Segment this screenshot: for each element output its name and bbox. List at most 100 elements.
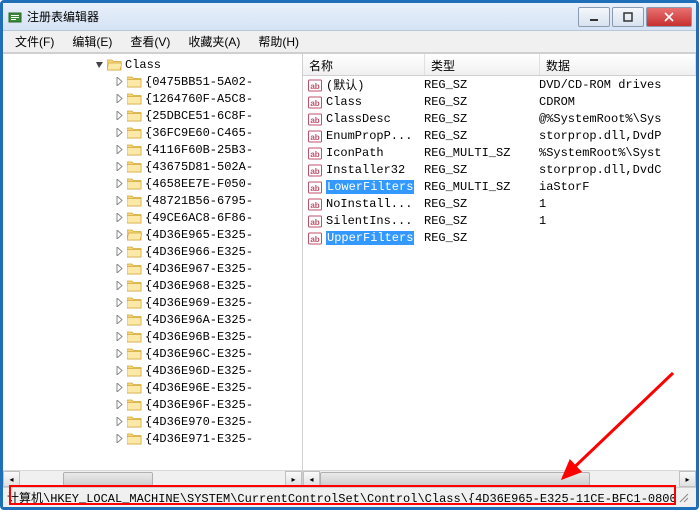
value-row[interactable]: abClassREG_SZCDROM <box>303 93 696 110</box>
expander-right-icon[interactable] <box>113 161 125 173</box>
col-header-type[interactable]: 类型 <box>425 54 540 75</box>
expander-right-icon[interactable] <box>113 178 125 190</box>
scroll-right-button[interactable]: ▸ <box>285 471 302 487</box>
string-value-icon: ab <box>307 78 323 92</box>
tree-item[interactable]: {4D36E967-E325- <box>3 260 302 277</box>
folder-icon <box>127 126 143 140</box>
tree-item[interactable]: {49CE6AC8-6F86- <box>3 209 302 226</box>
expander-right-icon[interactable] <box>113 110 125 122</box>
value-row[interactable]: abInstaller32REG_SZstorprop.dll,DvdC <box>303 161 696 178</box>
folder-icon <box>127 75 143 89</box>
expander-right-icon[interactable] <box>113 416 125 428</box>
tree-item[interactable]: {4D36E96F-E325- <box>3 396 302 413</box>
tree-item[interactable]: {1264760F-A5C8- <box>3 90 302 107</box>
tree-item[interactable]: {4D36E970-E325- <box>3 413 302 430</box>
menu-edit[interactable]: 编辑(E) <box>64 30 120 53</box>
expander-right-icon[interactable] <box>113 280 125 292</box>
menu-favorites[interactable]: 收藏夹(A) <box>180 30 248 53</box>
registry-tree: Class{0475BB51-5A02-{1264760F-A5C8-{25DB… <box>3 54 302 449</box>
folder-icon <box>127 262 143 276</box>
scroll-left-button[interactable]: ◂ <box>303 471 320 487</box>
tree-item[interactable]: {4D36E966-E325- <box>3 243 302 260</box>
col-header-name[interactable]: 名称 <box>303 54 425 75</box>
expander-right-icon[interactable] <box>113 195 125 207</box>
tree-item[interactable]: {4D36E96A-E325- <box>3 311 302 328</box>
tree-item[interactable]: {0475BB51-5A02- <box>3 73 302 90</box>
value-row[interactable]: abNoInstall...REG_SZ1 <box>303 195 696 212</box>
expander-right-icon[interactable] <box>113 348 125 360</box>
expander-right-icon[interactable] <box>113 76 125 88</box>
tree-item-parent[interactable]: Class <box>3 56 302 73</box>
tree-item[interactable]: {4116F60B-25B3- <box>3 141 302 158</box>
string-value-icon: ab <box>307 146 323 160</box>
scroll-thumb[interactable] <box>63 472 153 486</box>
value-list[interactable]: ab(默认)REG_SZDVD/CD-ROM drivesabClassREG_… <box>303 76 696 470</box>
resize-grip-icon[interactable] <box>676 490 692 506</box>
menu-view[interactable]: 查看(V) <box>122 30 178 53</box>
value-row[interactable]: abSilentIns...REG_SZ1 <box>303 212 696 229</box>
expander-right-icon[interactable] <box>113 144 125 156</box>
expander-right-icon[interactable] <box>113 229 125 241</box>
expander-right-icon[interactable] <box>113 212 125 224</box>
expander-right-icon[interactable] <box>113 382 125 394</box>
tree-scroll[interactable]: Class{0475BB51-5A02-{1264760F-A5C8-{25DB… <box>3 54 302 470</box>
tree-item[interactable]: {4D36E965-E325- <box>3 226 302 243</box>
value-row[interactable]: abEnumPropP...REG_SZstorprop.dll,DvdP <box>303 127 696 144</box>
scroll-thumb[interactable] <box>320 472 590 486</box>
tree-label: {4D36E969-E325- <box>145 296 253 310</box>
menubar: 文件(F) 编辑(E) 查看(V) 收藏夹(A) 帮助(H) <box>3 31 696 53</box>
expander-right-icon[interactable] <box>113 365 125 377</box>
scroll-right-button[interactable]: ▸ <box>679 471 696 487</box>
tree-item[interactable]: {4658EE7E-F050- <box>3 175 302 192</box>
tree-hscroll[interactable]: ◂ ▸ <box>3 470 302 487</box>
expander-right-icon[interactable] <box>113 399 125 411</box>
expander-right-icon[interactable] <box>113 263 125 275</box>
close-button[interactable] <box>646 7 692 27</box>
tree-item[interactable]: {25DBCE51-6C8F- <box>3 107 302 124</box>
value-type: REG_MULTI_SZ <box>424 180 539 194</box>
svg-text:ab: ab <box>310 218 319 227</box>
folder-icon <box>127 432 143 446</box>
value-type: REG_SZ <box>424 214 539 228</box>
svg-text:ab: ab <box>310 99 319 108</box>
folder-icon <box>127 228 143 242</box>
value-row[interactable]: abIconPathREG_MULTI_SZ%SystemRoot%\Syst <box>303 144 696 161</box>
scroll-left-button[interactable]: ◂ <box>3 471 20 487</box>
tree-item[interactable]: {4D36E96C-E325- <box>3 345 302 362</box>
tree-item[interactable]: {36FC9E60-C465- <box>3 124 302 141</box>
tree-item[interactable]: {4D36E96B-E325- <box>3 328 302 345</box>
value-row[interactable]: abLowerFiltersREG_MULTI_SZiaStorF <box>303 178 696 195</box>
tree-item[interactable]: {4D36E96E-E325- <box>3 379 302 396</box>
expander-right-icon[interactable] <box>113 127 125 139</box>
maximize-button[interactable] <box>612 7 644 27</box>
value-row[interactable]: abUpperFiltersREG_SZ <box>303 229 696 246</box>
folder-icon <box>127 160 143 174</box>
values-hscroll[interactable]: ◂ ▸ <box>303 470 696 487</box>
tree-item[interactable]: {4D36E968-E325- <box>3 277 302 294</box>
minimize-button[interactable] <box>578 7 610 27</box>
tree-item[interactable]: {4D36E971-E325- <box>3 430 302 447</box>
tree-item[interactable]: {4D36E96D-E325- <box>3 362 302 379</box>
expander-right-icon[interactable] <box>113 314 125 326</box>
expander-right-icon[interactable] <box>113 93 125 105</box>
tree-item[interactable]: {4D36E969-E325- <box>3 294 302 311</box>
value-row[interactable]: ab(默认)REG_SZDVD/CD-ROM drives <box>303 76 696 93</box>
value-data: storprop.dll,DvdC <box>539 163 696 177</box>
titlebar[interactable]: 注册表编辑器 <box>3 3 696 31</box>
menu-file[interactable]: 文件(F) <box>7 30 62 53</box>
value-type: REG_SZ <box>424 163 539 177</box>
value-row[interactable]: abClassDescREG_SZ@%SystemRoot%\Sys <box>303 110 696 127</box>
tree-label: {4D36E968-E325- <box>145 279 253 293</box>
tree-item[interactable]: {43675D81-502A- <box>3 158 302 175</box>
expander-right-icon[interactable] <box>113 297 125 309</box>
expander-down-icon[interactable] <box>93 59 105 71</box>
tree-item[interactable]: {48721B56-6795- <box>3 192 302 209</box>
svg-text:ab: ab <box>310 116 319 125</box>
svg-text:ab: ab <box>310 133 319 142</box>
expander-right-icon[interactable] <box>113 246 125 258</box>
menu-help[interactable]: 帮助(H) <box>250 30 307 53</box>
expander-right-icon[interactable] <box>113 433 125 445</box>
value-data: DVD/CD-ROM drives <box>539 78 696 92</box>
expander-right-icon[interactable] <box>113 331 125 343</box>
col-header-data[interactable]: 数据 <box>540 54 696 75</box>
